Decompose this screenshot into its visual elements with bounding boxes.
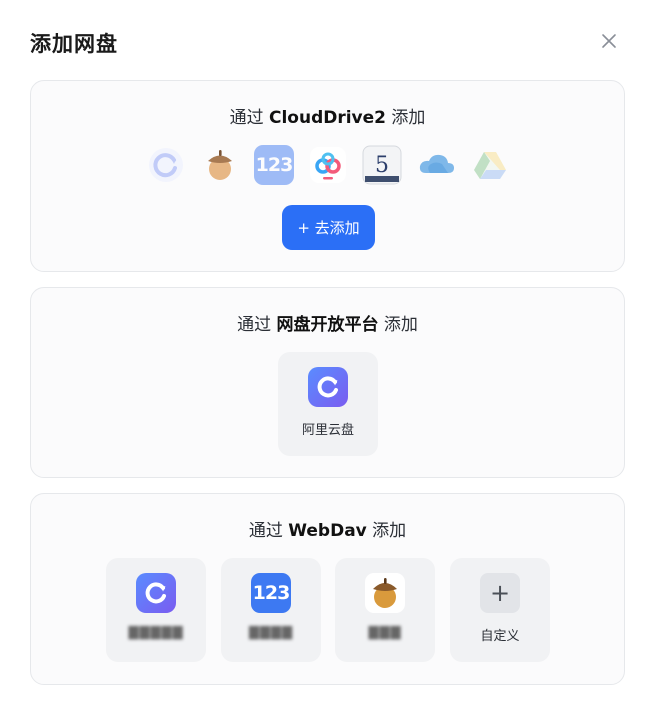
clouddrive-name: CloudDrive2 xyxy=(268,108,387,128)
webdav-tile-label: ▇▇▇▇ xyxy=(249,625,293,640)
aliyun-drive-tile[interactable]: 阿里云盘 xyxy=(278,352,378,456)
aliyun-drive-icon xyxy=(146,145,186,185)
custom-label: 自定义 xyxy=(480,629,520,644)
drive-115-icon: 5 xyxy=(362,145,402,185)
acorn-drive-icon xyxy=(200,145,240,185)
google-drive-icon xyxy=(470,145,510,185)
baidu-netdisk-icon xyxy=(308,145,348,185)
webdav-tile-aliyun[interactable]: ▇▇▇▇▇ xyxy=(106,558,206,662)
plus-icon: + xyxy=(479,572,521,614)
pan123-icon: 123 xyxy=(254,145,294,185)
open-platform-section: 通过 网盘开放平台 添加 阿里云盘 xyxy=(30,287,625,478)
webdav-tile-acorn[interactable]: ▇▇▇ xyxy=(335,558,435,662)
close-icon[interactable] xyxy=(598,30,620,52)
open-platform-name: 网盘开放平台 xyxy=(276,315,379,335)
clouddrive-section: 通过 CloudDrive2 添加 123 5 + 去添加 xyxy=(30,80,625,272)
svg-text:5: 5 xyxy=(375,153,389,178)
go-add-button[interactable]: + 去添加 xyxy=(282,205,375,250)
aliyun-drive-icon xyxy=(135,572,177,614)
dialog-title: 添加网盘 xyxy=(30,32,118,56)
webdav-tile-custom[interactable]: + 自定义 xyxy=(450,558,550,662)
clouddrive-section-title: 通过 CloudDrive2 添加 xyxy=(229,108,426,128)
webdav-name: WebDav xyxy=(288,521,367,541)
webdav-section: 通过 WebDav 添加 ▇▇▇▇▇ 123 ▇▇▇▇ ▇▇▇ + 自定义 xyxy=(30,493,625,685)
onedrive-icon xyxy=(416,145,456,185)
acorn-drive-icon xyxy=(364,572,406,614)
open-platform-section-title: 通过 网盘开放平台 添加 xyxy=(237,315,418,335)
pan123-icon: 123 xyxy=(250,572,292,614)
webdav-tile-123[interactable]: 123 ▇▇▇▇ xyxy=(221,558,321,662)
supported-drives-logos: 123 5 xyxy=(146,145,510,185)
webdav-tile-label: ▇▇▇ xyxy=(368,625,402,640)
aliyun-drive-icon xyxy=(307,366,349,408)
webdav-tile-label: ▇▇▇▇▇ xyxy=(128,625,184,640)
aliyun-drive-label: 阿里云盘 xyxy=(301,423,354,438)
webdav-section-title: 通过 WebDav 添加 xyxy=(248,521,407,541)
